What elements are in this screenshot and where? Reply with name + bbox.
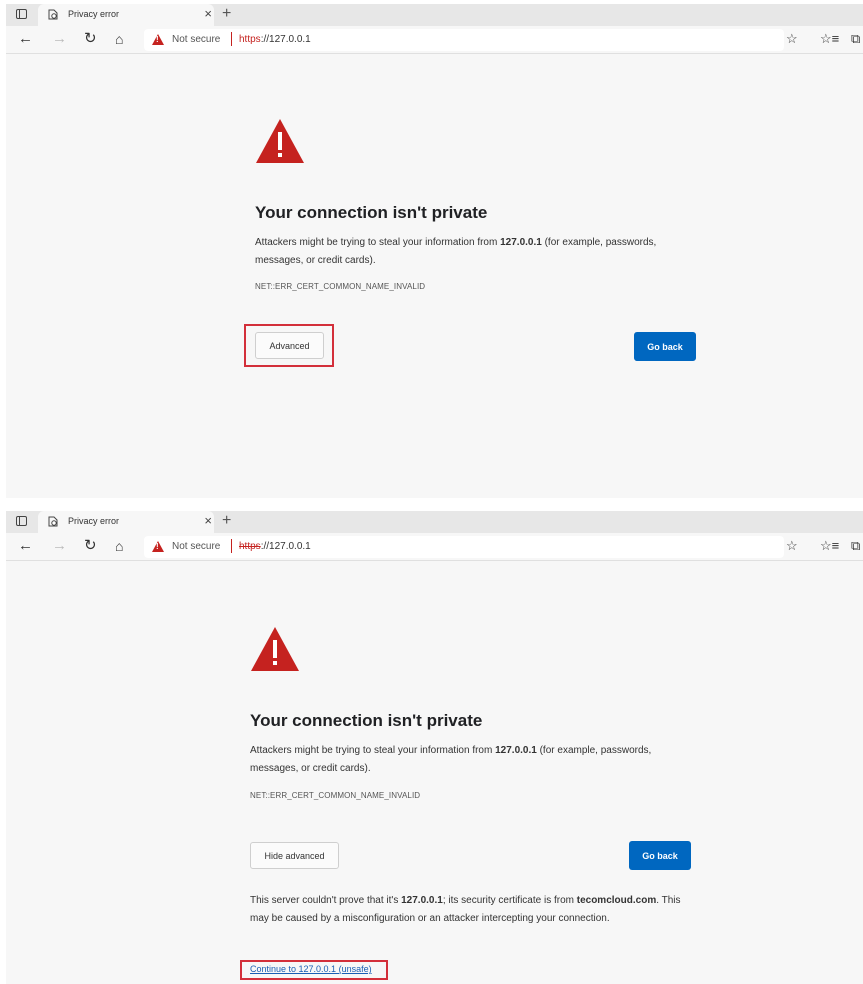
not-secure-warning-icon[interactable]: [152, 541, 164, 552]
url-host: ://127.0.0.1: [260, 541, 311, 552]
url-text[interactable]: https://127.0.0.1: [239, 34, 311, 45]
favorites-icon[interactable]: ☆≡: [820, 32, 839, 46]
go-back-button[interactable]: Go back: [629, 841, 691, 870]
add-favorite-icon[interactable]: ☆: [786, 32, 798, 46]
not-secure-warning-icon[interactable]: [152, 34, 164, 45]
tab-close-icon[interactable]: ×: [204, 7, 212, 20]
home-icon[interactable]: ⌂: [115, 31, 123, 47]
address-bar[interactable]: Not secure https://127.0.0.1: [144, 29, 784, 51]
tab-title: Privacy error: [68, 9, 120, 19]
page-title: Your connection isn't private: [250, 711, 483, 730]
tab-strip: Privacy error × +: [6, 511, 863, 533]
page-title: Your connection isn't private: [255, 203, 488, 222]
highlight-box: [240, 960, 388, 980]
back-icon[interactable]: ←: [18, 538, 33, 554]
details-host: 127.0.0.1: [401, 895, 443, 906]
security-label[interactable]: Not secure: [172, 34, 220, 45]
reload-icon[interactable]: ↻: [84, 31, 97, 47]
workspaces-icon[interactable]: [16, 516, 27, 526]
error-page: Your connection isn't private Attackers …: [6, 561, 863, 984]
warning-triangle-icon: [251, 627, 299, 671]
go-back-button[interactable]: Go back: [634, 332, 696, 361]
new-tab-button[interactable]: +: [222, 5, 231, 23]
home-icon[interactable]: ⌂: [115, 538, 123, 554]
address-bar[interactable]: Not secure https://127.0.0.1: [144, 536, 784, 558]
address-separator: [231, 539, 232, 553]
address-separator: [231, 32, 232, 46]
tab-close-icon[interactable]: ×: [204, 514, 212, 527]
url-text[interactable]: https://127.0.0.1: [239, 541, 311, 552]
browser-window-after: Privacy error × + ← → ↻ ⌂ Not secure htt…: [6, 511, 863, 984]
collections-icon[interactable]: ⧉: [851, 539, 860, 553]
warning-triangle-icon: [256, 119, 304, 163]
message-host: 127.0.0.1: [500, 237, 542, 248]
error-code: NET::ERR_CERT_COMMON_NAME_INVALID: [255, 282, 426, 291]
security-label[interactable]: Not secure: [172, 541, 220, 552]
url-scheme: https: [239, 34, 261, 45]
tab-title: Privacy error: [68, 516, 120, 526]
url-scheme: https: [239, 541, 261, 552]
privacy-error-favicon: [48, 9, 58, 20]
toolbar: ← → ↻ ⌂ Not secure https://127.0.0.1 ☆ ☆…: [6, 26, 863, 54]
error-page: Your connection isn't private Attackers …: [6, 54, 863, 498]
message-text: Attackers might be trying to steal your …: [255, 237, 501, 248]
new-tab-button[interactable]: +: [222, 512, 231, 530]
tab-strip: Privacy error × +: [6, 4, 863, 26]
tab-privacy-error[interactable]: Privacy error ×: [38, 4, 214, 26]
workspaces-icon[interactable]: [16, 9, 27, 19]
certificate-issuer: tecomcloud.com: [576, 895, 657, 906]
reload-icon[interactable]: ↻: [84, 538, 97, 554]
forward-icon[interactable]: →: [52, 31, 67, 47]
browser-window-before: Privacy error × + ← → ↻ ⌂ Not secure htt…: [6, 4, 863, 498]
highlight-box: [244, 324, 334, 367]
details-text: ; its security certificate is from: [442, 895, 577, 906]
error-code: NET::ERR_CERT_COMMON_NAME_INVALID: [250, 791, 421, 800]
message-text: Attackers might be trying to steal your …: [250, 745, 496, 756]
advanced-details: This server couldn't prove that it's 127…: [250, 892, 690, 928]
toolbar: ← → ↻ ⌂ Not secure https://127.0.0.1 ☆ ☆…: [6, 533, 863, 561]
forward-icon[interactable]: →: [52, 538, 67, 554]
collections-icon[interactable]: ⧉: [851, 32, 860, 46]
details-text: This server couldn't prove that it's: [250, 895, 402, 906]
tab-privacy-error[interactable]: Privacy error ×: [38, 511, 214, 533]
url-host: ://127.0.0.1: [260, 34, 311, 45]
favorites-icon[interactable]: ☆≡: [820, 539, 839, 553]
error-description: Attackers might be trying to steal your …: [255, 234, 695, 270]
privacy-error-favicon: [48, 516, 58, 527]
error-description: Attackers might be trying to steal your …: [250, 742, 690, 778]
hide-advanced-button[interactable]: Hide advanced: [250, 842, 339, 869]
message-host: 127.0.0.1: [495, 745, 537, 756]
back-icon[interactable]: ←: [18, 31, 33, 47]
add-favorite-icon[interactable]: ☆: [786, 539, 798, 553]
